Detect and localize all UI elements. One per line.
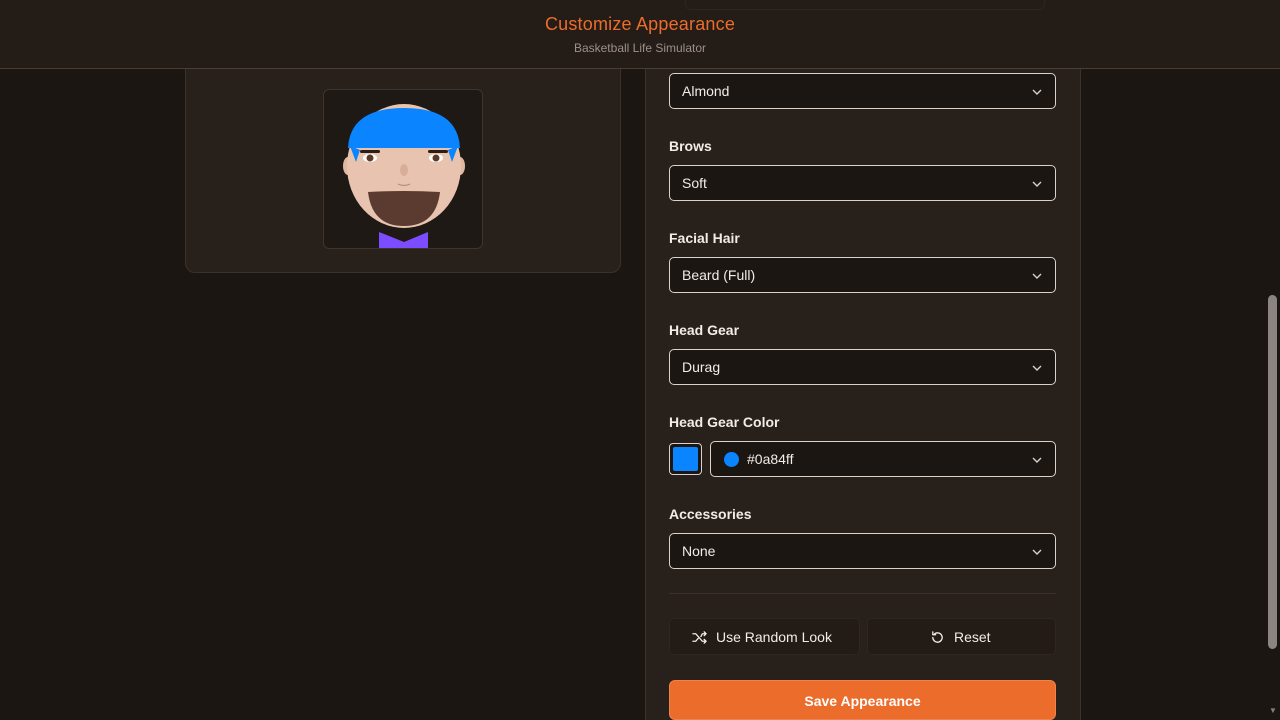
- accessories-select[interactable]: None: [669, 533, 1056, 569]
- avatar-image: [343, 104, 465, 248]
- color-swatch: [673, 447, 698, 471]
- accessories-label: Accessories: [669, 506, 752, 522]
- chevron-down-icon: [1032, 273, 1042, 279]
- scrollbar-thumb[interactable]: [1268, 295, 1277, 649]
- scrolled-content-edge: [685, 0, 1045, 10]
- page-title: Customize Appearance: [544, 14, 736, 34]
- eyes-select-value: Almond: [682, 83, 730, 99]
- random-look-button[interactable]: Use Random Look: [669, 618, 860, 655]
- shuffle-icon: [692, 631, 707, 644]
- reset-label: Reset: [954, 629, 991, 645]
- reset-icon: [932, 631, 943, 643]
- head-gear-color-select[interactable]: #0a84ff: [710, 441, 1056, 477]
- facial-hair-label: Facial Hair: [669, 230, 740, 246]
- scroll-down-arrow-icon[interactable]: ▼: [1268, 706, 1278, 716]
- head-gear-color-picker[interactable]: [669, 443, 702, 475]
- random-look-label: Use Random Look: [716, 629, 832, 645]
- chevron-down-icon: [1032, 549, 1042, 555]
- divider: [669, 593, 1056, 594]
- accessories-select-value: None: [682, 543, 716, 559]
- head-gear-select-value: Durag: [682, 359, 721, 375]
- head-gear-color-label: Head Gear Color: [669, 414, 780, 430]
- chevron-down-icon: [1032, 365, 1042, 371]
- eyes-select[interactable]: Almond: [669, 73, 1056, 109]
- save-appearance-button[interactable]: Save Appearance: [669, 680, 1056, 720]
- facial-hair-select-value: Beard (Full): [682, 267, 756, 283]
- reset-button[interactable]: Reset: [867, 618, 1056, 655]
- facial-hair-select[interactable]: Beard (Full): [669, 257, 1056, 293]
- app-header: Customize Appearance Basketball Life Sim…: [0, 0, 1280, 69]
- chevron-down-icon: [1032, 181, 1042, 187]
- brows-select-value: Soft: [682, 175, 707, 191]
- save-appearance-label: Save Appearance: [804, 693, 921, 709]
- chevron-down-icon: [1032, 457, 1042, 463]
- color-dot-icon: [724, 452, 739, 467]
- brows-select[interactable]: Soft: [669, 165, 1056, 201]
- page-subtitle: Basketball Life Simulator: [573, 41, 707, 55]
- avatar-preview: [323, 89, 483, 249]
- head-gear-label: Head Gear: [669, 322, 740, 338]
- brows-label: Brows: [669, 138, 712, 154]
- head-gear-color-value: #0a84ff: [747, 451, 794, 467]
- chevron-down-icon: [1032, 89, 1042, 95]
- head-gear-select[interactable]: Durag: [669, 349, 1056, 385]
